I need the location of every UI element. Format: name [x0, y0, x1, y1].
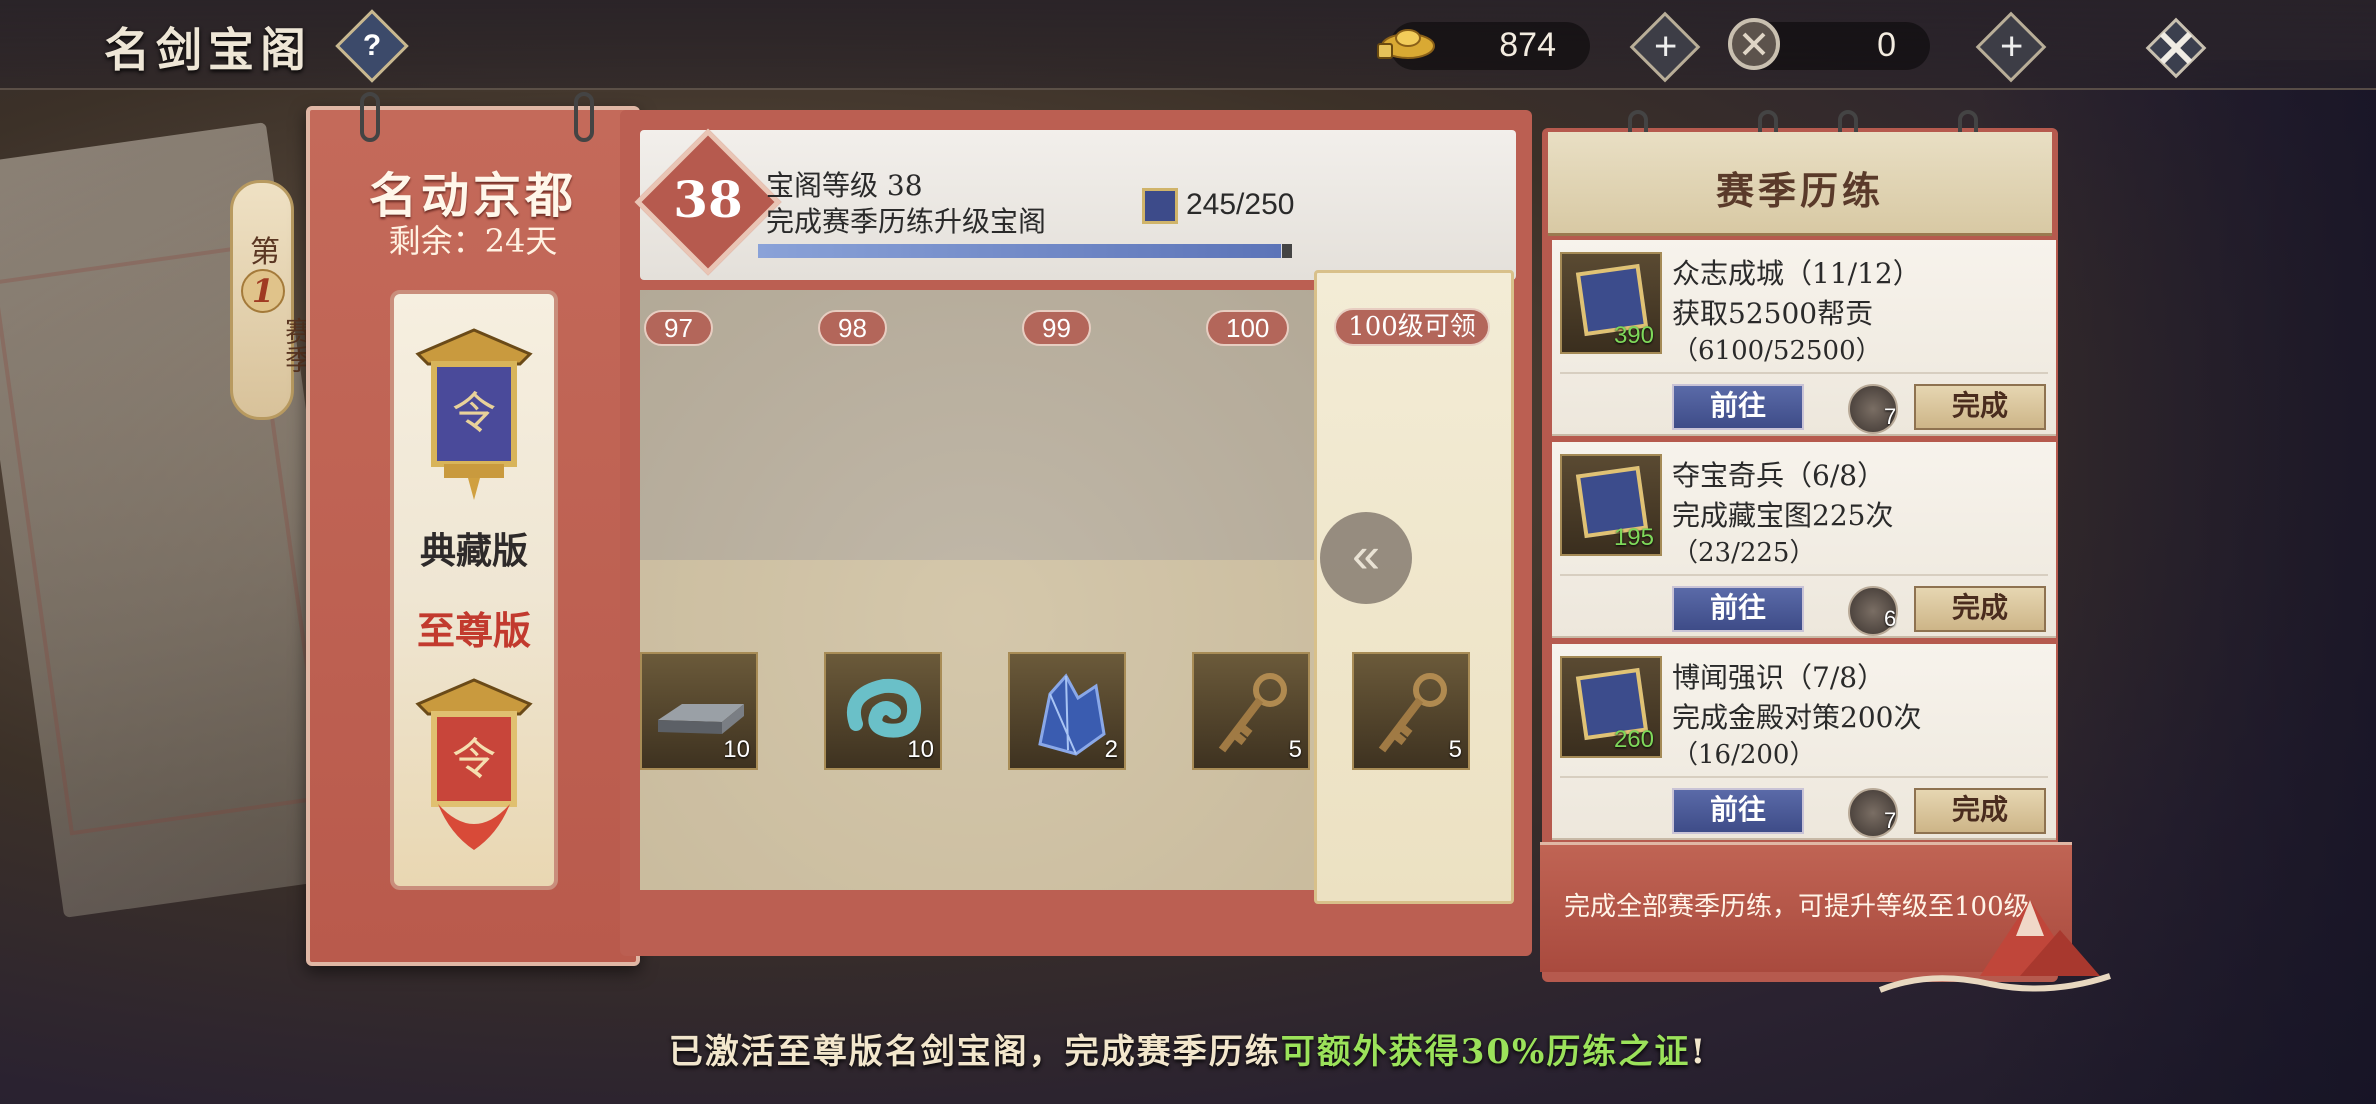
- page-title: 名剑宝阁: [104, 23, 312, 77]
- gold-ingot-icon: [1377, 29, 1435, 59]
- reward-count: 10: [723, 736, 750, 763]
- svg-text:令: 令: [452, 388, 496, 439]
- level-marker: 97: [644, 310, 713, 346]
- complete-button[interactable]: 完成: [1914, 384, 2046, 430]
- gold-amount: 874: [1499, 26, 1556, 64]
- task-xp: 390: [1613, 322, 1654, 349]
- season-suffix: 赛季: [281, 317, 314, 373]
- task-desc: 完成金殿对策200次: [1672, 701, 1922, 734]
- season-remaining: 剩余：24天: [388, 222, 558, 260]
- season-prefix: 第: [250, 235, 280, 270]
- token-amount: 0: [1877, 26, 1896, 64]
- notice-highlight: 可额外获得30%历练之证: [1280, 1032, 1691, 1072]
- task-desc: 获取52500帮贡: [1672, 297, 1874, 330]
- bronze-key-icon: [1378, 673, 1447, 753]
- reward-silver-ingot[interactable]: 10: [640, 652, 758, 770]
- level-subtitle: 完成赛季历练升级宝阁: [766, 205, 1047, 238]
- season-xp-icon: 260: [1560, 656, 1662, 758]
- plus-icon: +: [2000, 24, 2024, 69]
- season-card: 名动京都 剩余：24天 令 典藏版 至尊版 令: [306, 92, 640, 966]
- task-name: 众志成城（11/12）: [1672, 257, 1921, 290]
- svg-text:令: 令: [452, 734, 496, 785]
- season-number: 1: [241, 269, 285, 313]
- collapse-arrow-icon[interactable]: «: [1320, 512, 1412, 604]
- season-xp-icon: [1142, 188, 1178, 224]
- lantern-blue-icon[interactable]: 令: [408, 324, 540, 504]
- xp-progress-fill: [758, 244, 1282, 258]
- binder-ring: [574, 92, 594, 142]
- go-button[interactable]: 前往: [1672, 384, 1804, 430]
- edition-premium-label: 至尊版: [416, 608, 531, 653]
- reward-count: 10: [907, 736, 934, 763]
- season-xp-icon: 390: [1560, 252, 1662, 354]
- blue-crystal-icon: [1038, 673, 1106, 756]
- task-progress: （6100/52500）: [1672, 336, 1882, 366]
- bottom-notice: 已激活至尊版名剑宝阁，完成赛季历练可额外获得30%历练之证!: [0, 1024, 2376, 1073]
- divider: [1560, 372, 2048, 374]
- level-marker: 100: [1206, 310, 1290, 346]
- season-tag: 第 1 赛季: [230, 180, 314, 420]
- level-number: 38: [673, 170, 743, 229]
- reward-jade-swirl[interactable]: 10: [824, 652, 942, 770]
- task-name: 夺宝奇兵（6/8）: [1672, 459, 1886, 492]
- token-coin-icon: [1728, 18, 1780, 70]
- xp-progress-text: 245/250: [1186, 188, 1295, 221]
- complete-button[interactable]: 完成: [1914, 788, 2046, 834]
- reward-track[interactable]: [640, 290, 1316, 890]
- task-desc: 完成藏宝图225次: [1672, 499, 1894, 532]
- mountain-decoration-icon: [1878, 900, 2111, 993]
- divider: [1560, 574, 2048, 576]
- task-item: 195 夺宝奇兵（6/8） 完成藏宝图225次 （23/225） 前往 6 完成: [1552, 442, 2056, 638]
- level-marker: 98: [818, 310, 887, 346]
- notice-end: !: [1690, 1032, 1708, 1072]
- notice-text: 已激活至尊版名剑宝阁，完成赛季历练: [668, 1032, 1281, 1072]
- edition-panel: 令 典藏版 至尊版 令: [390, 290, 558, 890]
- reward-blue-crystal[interactable]: 2: [1008, 652, 1126, 770]
- xp-progress-bar: [758, 244, 1292, 258]
- task-xp: 260: [1613, 726, 1654, 753]
- lantern-red-icon[interactable]: 令: [408, 674, 540, 854]
- help-icon: ?: [362, 29, 382, 62]
- divider: [1560, 776, 2048, 778]
- go-button[interactable]: 前往: [1672, 788, 1804, 834]
- task-item: 260 博闻强识（7/8） 完成金殿对策200次 （16/200） 前往 7 完…: [1552, 644, 2056, 840]
- xp-bar-end: [1282, 244, 1292, 258]
- task-progress: （23/225）: [1672, 538, 1816, 568]
- reward-bronze-key-final[interactable]: 5: [1352, 652, 1470, 770]
- coin-count: 7: [1884, 404, 1897, 429]
- bronze-key-icon: [1218, 673, 1287, 753]
- go-button[interactable]: 前往: [1672, 586, 1804, 632]
- goal-label: 100级可领: [1334, 308, 1490, 346]
- reward-bronze-key[interactable]: 5: [1192, 652, 1310, 770]
- season-xp-icon: 195: [1560, 454, 1662, 556]
- plus-icon: +: [1654, 24, 1678, 69]
- task-xp: 195: [1613, 524, 1654, 551]
- reward-count: 2: [1104, 736, 1118, 763]
- coin-count: 7: [1884, 808, 1897, 833]
- season-tasks-header: 赛季历练: [1548, 132, 2052, 236]
- reward-count: 5: [1288, 736, 1302, 763]
- coin-count: 6: [1884, 606, 1897, 631]
- season-tasks-title: 赛季历练: [1715, 168, 1884, 213]
- close-icon[interactable]: [2140, 12, 2212, 84]
- task-item: 390 众志成城（11/12） 获取52500帮贡 （6100/52500） 前…: [1552, 240, 2056, 436]
- complete-button[interactable]: 完成: [1914, 586, 2046, 632]
- level-title: 宝阁等级 38: [766, 169, 923, 202]
- task-progress: （16/200）: [1672, 740, 1816, 770]
- task-name: 博闻强识（7/8）: [1672, 661, 1886, 694]
- reward-count: 5: [1448, 736, 1462, 763]
- level-marker: 99: [1022, 310, 1091, 346]
- edition-basic-label: 典藏版: [419, 530, 528, 572]
- binder-ring: [360, 92, 380, 142]
